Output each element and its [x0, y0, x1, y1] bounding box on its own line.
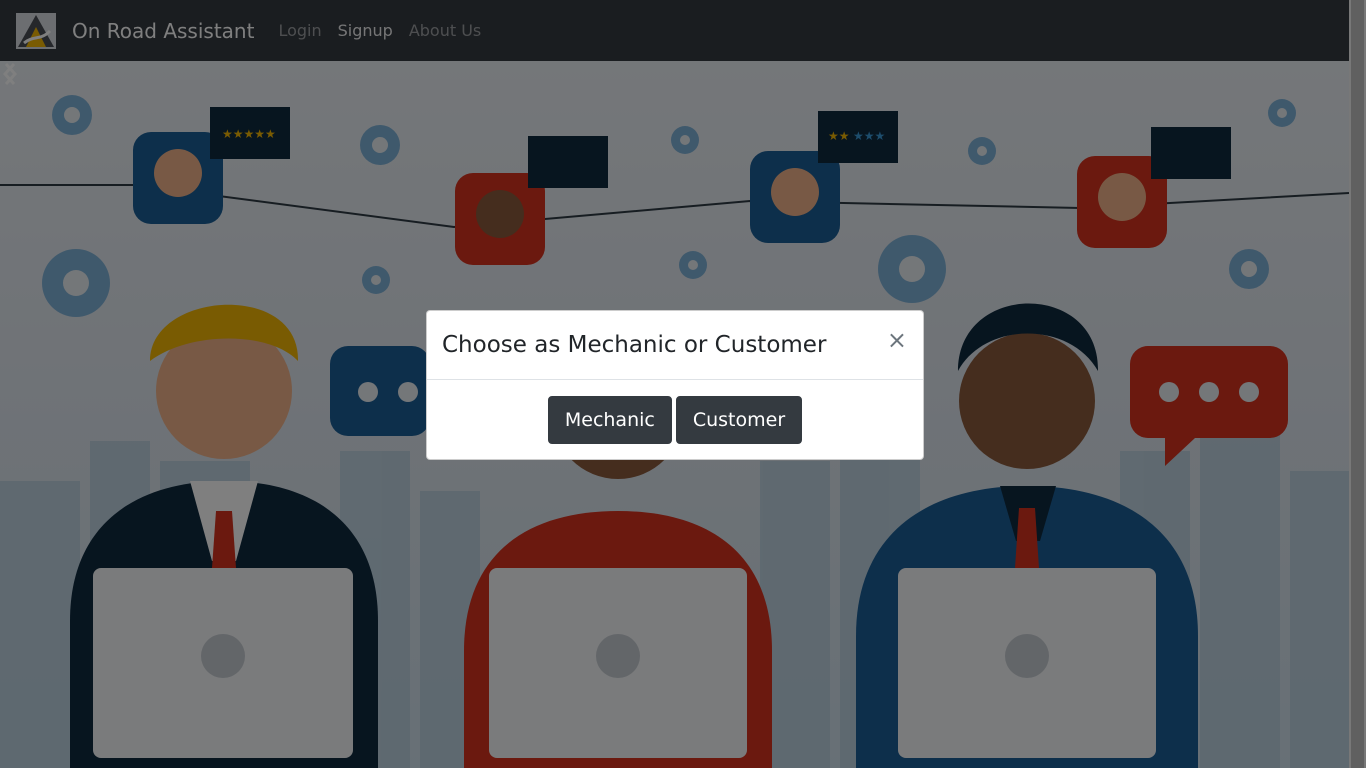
modal-body: Mechanic Customer: [427, 380, 923, 460]
customer-button[interactable]: Customer: [675, 396, 803, 444]
close-icon[interactable]: ×: [887, 328, 907, 352]
modal-header: Choose as Mechanic or Customer ×: [427, 311, 923, 380]
role-choice-modal: Choose as Mechanic or Customer × Mechani…: [426, 310, 924, 460]
mechanic-button[interactable]: Mechanic: [547, 396, 672, 444]
modal-title: Choose as Mechanic or Customer: [442, 332, 827, 358]
